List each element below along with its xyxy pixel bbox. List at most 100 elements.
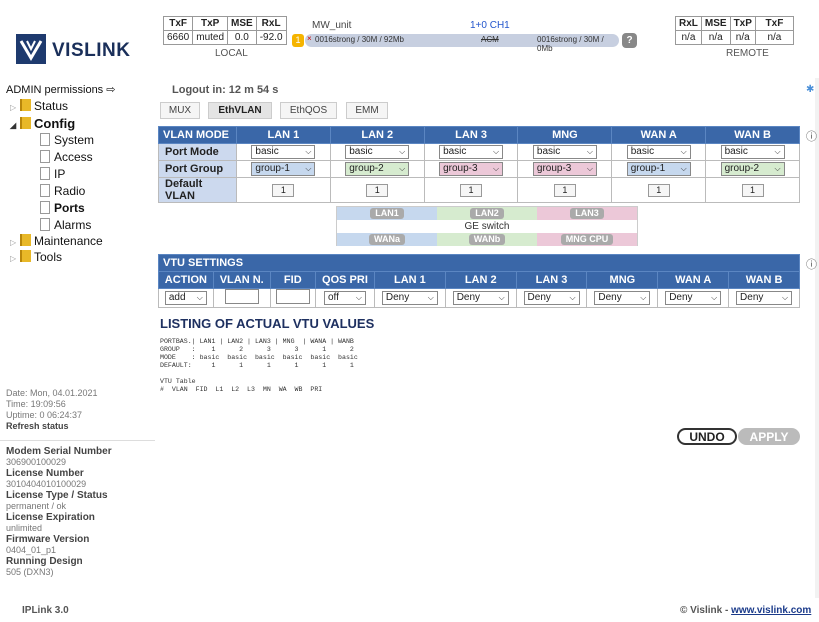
default-vlan-wanb-input[interactable]: 1: [741, 183, 764, 197]
listing-line: MODE : basic basic basic basic basic bas…: [160, 354, 358, 361]
firmware-label: Firmware Version: [6, 534, 90, 545]
port-group-mng-select[interactable]: group-3 ⌵: [532, 162, 597, 176]
port-group-wanb-select[interactable]: group-2 ⌵: [720, 162, 785, 176]
listing-line: # VLAN FID L1 L2 L3 MN WA WB PRI: [160, 386, 323, 393]
status-box: Date: Mon, 04.01.2021 Time: 19:09:56 Upt…: [6, 388, 98, 432]
vtu-mng-select[interactable]: Deny ⌵: [594, 291, 651, 305]
vtu-action-select[interactable]: add ⌵: [164, 291, 207, 305]
chevron-down-icon: ⌵: [399, 164, 406, 173]
listing-line: GROUP : 1 2 3 3 1 2: [160, 346, 354, 353]
close-icon[interactable]: ×: [307, 34, 312, 43]
sidebar-item-access[interactable]: Access: [40, 150, 93, 164]
remote-txp-value: n/a: [729, 30, 756, 45]
vtu-qos-header: QOS PRI: [314, 271, 375, 289]
listing-line: VTU Table: [160, 378, 196, 385]
port-mode-wanb-select[interactable]: basic ⌵: [720, 145, 785, 159]
copyright: © Vislink - www.vislink.com: [680, 605, 811, 616]
switch-port-lan1: LAN1: [337, 207, 437, 220]
header: VISLINK TxF TxP MSE RxL 6660 muted 0.0 -92.0 L…: [0, 0, 819, 78]
license-exp-value: unlimited: [6, 523, 43, 533]
select-value: group-3: [536, 163, 572, 174]
vtu-settings-table: VTU SETTINGS ACTION VLAN N. FID QOS PRI …: [158, 254, 800, 308]
vtu-qos-select[interactable]: off ⌵: [323, 291, 366, 305]
vtu-lan1-select[interactable]: Deny ⌵: [381, 291, 438, 305]
sidebar-item-maintenance[interactable]: ▷ Maintenance: [10, 234, 103, 248]
sidebar-item-tools[interactable]: ▷ Tools: [10, 250, 62, 264]
port-group-label: Port Group: [158, 160, 237, 178]
default-vlan-label: Default VLAN: [158, 177, 237, 203]
tab-emm[interactable]: EMM: [346, 102, 388, 119]
divider: [0, 440, 155, 441]
vlan-mode-header: VLAN MODE: [158, 126, 237, 144]
col-lan3-header: LAN 3: [423, 126, 519, 144]
default-vlan-wana-input[interactable]: 1: [647, 183, 670, 197]
vtu-wanb-header: WAN B: [728, 271, 800, 289]
help-icon[interactable]: ?: [622, 33, 637, 48]
listing-line: PORTBAS.| LAN1 | LAN2 | LAN3 | MNG | WAN…: [160, 338, 354, 345]
page-icon: [40, 184, 50, 197]
vtu-vlan-input[interactable]: [224, 289, 259, 304]
apply-button[interactable]: APPLY: [738, 428, 800, 445]
vtu-lan3-select[interactable]: Deny ⌵: [523, 291, 580, 305]
port-mode-mng-select[interactable]: basic ⌵: [532, 145, 597, 159]
info-icon[interactable]: ⓘ: [806, 128, 817, 144]
chevron-down-icon: ⌵: [774, 147, 781, 156]
vtu-wana-select[interactable]: Deny ⌵: [665, 291, 722, 305]
default-vlan-mng-input[interactable]: 1: [553, 183, 576, 197]
port-mode-lan2-select[interactable]: basic ⌵: [345, 145, 410, 159]
port-group-lan3-select[interactable]: group-3 ⌵: [439, 162, 504, 176]
tab-mux[interactable]: MUX: [160, 102, 200, 119]
sidebar-item-radio[interactable]: Radio: [40, 184, 85, 198]
switch-port-label: MNG CPU: [560, 234, 614, 245]
sidebar-item-status[interactable]: ▷ Status: [10, 99, 68, 113]
brand-name: VISLINK: [52, 40, 131, 61]
select-value: Deny: [527, 292, 551, 303]
sidebar-item-system[interactable]: System: [40, 133, 94, 147]
settings-icon[interactable]: ✱: [806, 84, 814, 95]
remote-mse-value: n/a: [700, 30, 731, 45]
sidebar-item-alarms[interactable]: Alarms: [40, 218, 91, 232]
sidebar-item-config[interactable]: ◢ Config: [10, 116, 75, 131]
license-exp-label: License Expiration: [6, 512, 95, 523]
port-mode-lan3-select[interactable]: basic ⌵: [439, 145, 504, 159]
logo-mark: [16, 34, 46, 64]
chevron-down-icon: ⌵: [781, 293, 789, 302]
default-vlan-lan1-input[interactable]: 1: [272, 183, 295, 197]
select-value: off: [327, 292, 339, 303]
refresh-status-link[interactable]: Refresh status: [6, 421, 98, 432]
default-vlan-lan3-input[interactable]: 1: [460, 183, 483, 197]
undo-button[interactable]: UNDO: [677, 428, 737, 445]
tab-ethvlan[interactable]: EthVLAN: [208, 102, 272, 119]
port-mode-lan1-select[interactable]: basic ⌵: [251, 145, 316, 159]
ge-switch-label: GE switch: [464, 221, 510, 232]
chevron-down-icon: ⌵: [711, 293, 718, 302]
switch-port-lan3: LAN3: [537, 207, 637, 220]
remote-txp-header: TxP: [729, 16, 756, 31]
vtu-lan1-header: LAN 1: [373, 271, 446, 289]
chevron-down-icon: ⌵: [498, 293, 505, 302]
vislink-link[interactable]: www.vislink.com: [731, 605, 811, 616]
vtu-wanb-select[interactable]: Deny ⌵: [736, 291, 793, 305]
chevron-down-icon: ⌵: [680, 147, 687, 156]
vtu-fid-input[interactable]: [275, 289, 310, 304]
uptime-text: Uptime: 0 06:24:37: [6, 410, 83, 420]
vtu-lan2-select[interactable]: Deny ⌵: [452, 291, 509, 305]
port-group-lan2-select[interactable]: group-2 ⌵: [345, 162, 410, 176]
port-group-lan1-select[interactable]: group-1 ⌵: [251, 162, 316, 176]
logout-icon[interactable]: ⇨: [106, 84, 115, 96]
alarm-count-badge[interactable]: 1: [292, 34, 304, 47]
port-mode-wana-select[interactable]: basic ⌵: [626, 145, 691, 159]
local-mse-header: MSE: [227, 16, 257, 31]
chevron-down-icon: ⌵: [586, 164, 593, 173]
default-vlan-lan2-input[interactable]: 1: [366, 183, 389, 197]
permissions-label: ADMIN permissions ⇨: [6, 83, 115, 96]
design-value: 505 (DXN3): [6, 567, 54, 577]
vislink-logo: VISLINK: [16, 34, 130, 64]
tab-ethqos[interactable]: EthQOS: [280, 102, 337, 119]
local-txp-value: muted: [192, 30, 229, 45]
local-txf-header: TxF: [162, 16, 194, 31]
sidebar-item-ports[interactable]: Ports: [40, 201, 85, 215]
vtu-info-icon[interactable]: ⓘ: [806, 256, 817, 272]
port-group-wana-select[interactable]: group-1 ⌵: [626, 162, 691, 176]
sidebar-item-ip[interactable]: IP: [40, 167, 65, 181]
